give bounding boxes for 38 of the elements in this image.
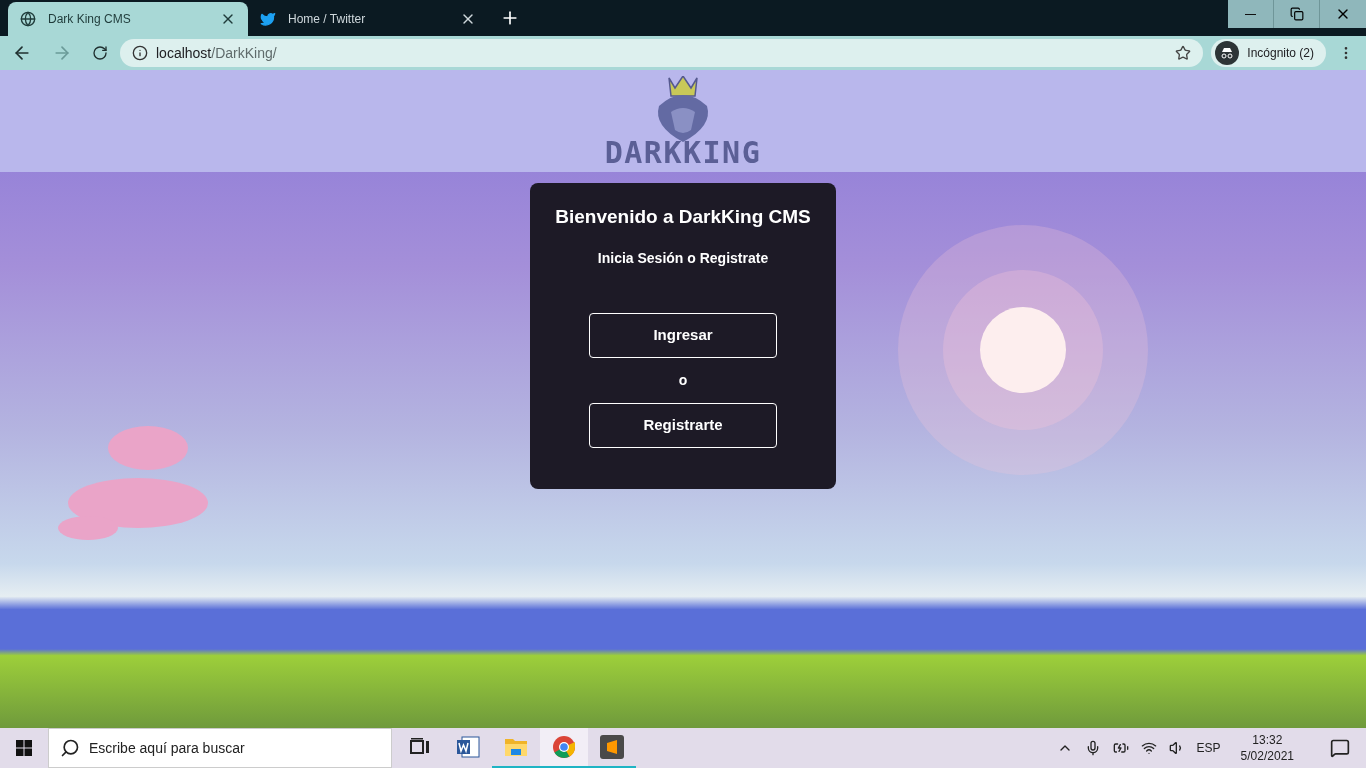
windows-logo-icon xyxy=(16,740,32,756)
word-document-icon xyxy=(456,735,480,759)
chrome-browser-icon xyxy=(552,735,576,759)
card-title: Bienvenido a DarkKing CMS xyxy=(555,205,811,229)
globe-icon xyxy=(20,11,36,27)
logo-text: DARKKING xyxy=(604,138,762,168)
restore-button[interactable] xyxy=(1274,0,1320,28)
tab-title: Home / Twitter xyxy=(288,11,367,28)
bookmark-star-icon[interactable] xyxy=(1175,45,1192,61)
url-text: localhost/DarkKing/ xyxy=(156,43,277,63)
register-button[interactable]: Registrarte xyxy=(589,402,777,448)
tab-title: Dark King CMS xyxy=(48,11,132,28)
reload-icon[interactable] xyxy=(92,45,108,61)
folder-icon xyxy=(504,737,528,757)
search-icon xyxy=(60,738,80,758)
incognito-button[interactable]: Incógnito (2) xyxy=(1211,39,1326,67)
minimize-icon xyxy=(1245,13,1256,15)
browser-tab[interactable]: Home / Twitter xyxy=(248,2,488,36)
taskbar-search-field[interactable]: Escribe aquí para buscar xyxy=(48,728,392,768)
address-bar[interactable]: localhost/DarkKing/ xyxy=(120,39,1204,67)
separator-text: o xyxy=(678,370,688,390)
browser-tab[interactable]: Dark King CMS xyxy=(8,2,248,36)
editor-app-icon xyxy=(600,735,624,759)
card-subtitle: Inicia Sesión o Registrate xyxy=(597,248,769,268)
login-button[interactable]: Ingresar xyxy=(589,312,777,358)
task-view-icon xyxy=(410,738,430,756)
wifi-icon[interactable] xyxy=(1140,740,1157,756)
clock-date: 5/02/2021 xyxy=(1240,748,1294,764)
notifications-icon[interactable] xyxy=(1330,738,1350,758)
bird-icon xyxy=(260,11,276,27)
language-indicator[interactable]: ESP xyxy=(1196,739,1221,757)
info-icon xyxy=(132,45,148,61)
battery-icon[interactable] xyxy=(1112,740,1129,756)
clock[interactable]: 13:32 5/02/2021 xyxy=(1232,732,1302,764)
close-window-button[interactable] xyxy=(1320,0,1366,28)
clock-time: 13:32 xyxy=(1252,732,1283,748)
restore-icon xyxy=(1289,7,1304,21)
incognito-icon xyxy=(1215,41,1240,65)
